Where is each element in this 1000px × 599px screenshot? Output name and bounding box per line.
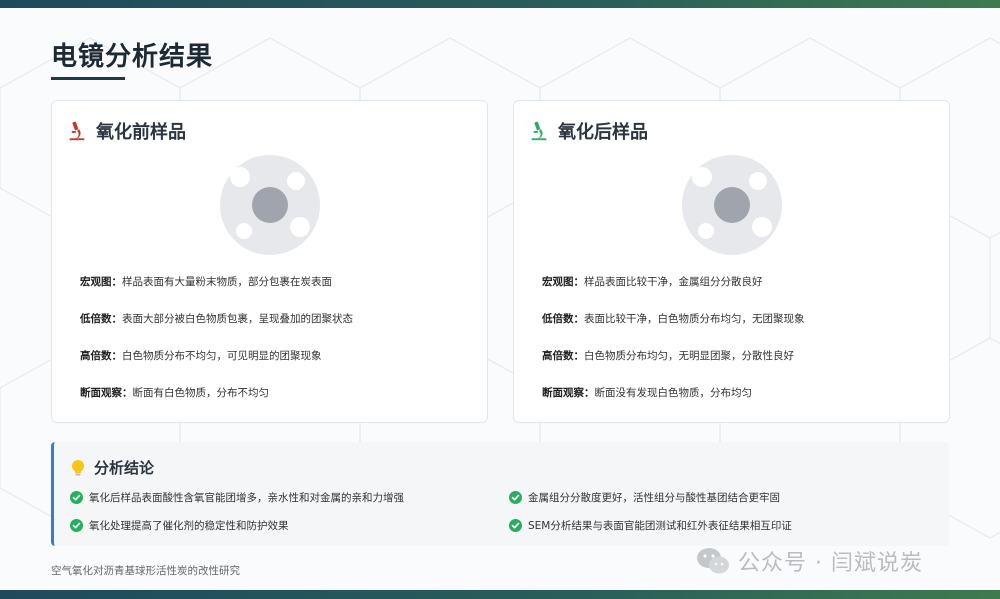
desc-label: 低倍数： — [542, 313, 584, 325]
title-underline — [51, 77, 125, 80]
desc-row-low-mag: 低倍数：表面比较干净，白色物质分布均匀，无团聚现象 — [542, 312, 805, 349]
desc-row-high-mag: 高倍数：白色物质分布均匀，无明显团聚，分散性良好 — [542, 349, 805, 386]
bottom-accent-bar — [0, 590, 1000, 599]
desc-text: 断面没有发现白色物质，分布均匀 — [594, 387, 753, 399]
conclusion-item: 氧化处理提高了催化剂的稳定性和防护效果 — [70, 518, 289, 533]
conclusion-title: 分析结论 — [94, 459, 155, 477]
check-circle-icon — [70, 519, 83, 532]
card-title: 氧化后样品 — [558, 122, 648, 143]
desc-label: 高倍数： — [80, 350, 122, 362]
card-before-oxidation: 氧化前样品 宏观图：样品表面有大量粉末物质，部分包裹在炭表面 低倍数：表面大部分… — [51, 100, 488, 423]
desc-label: 宏观图： — [542, 276, 584, 288]
desc-row-macro: 宏观图：样品表面比较干净，金属组分分散良好 — [542, 275, 805, 312]
desc-row-cross-section: 断面观察：断面有白色物质，分布不均匀 — [80, 386, 353, 423]
wechat-icon — [697, 548, 729, 574]
conclusion-item: 氧化后样品表面酸性含氧官能团增多，亲水性和对金属的亲和力增强 — [70, 490, 404, 505]
watermark: 公众号 · 闫斌说炭 — [696, 545, 923, 577]
conclusion-item: 金属组分分散度更好，活性组分与酸性基团结合更牢固 — [509, 490, 780, 505]
lightbulb-icon — [72, 459, 84, 475]
conclusion-panel: 分析结论 氧化后样品表面酸性含氧官能团增多，亲水性和对金属的亲和力增强 金属组分… — [51, 442, 949, 546]
desc-label: 断面观察： — [80, 387, 133, 399]
footer-caption: 空气氧化对沥青基球形活性炭的改性研究 — [51, 565, 240, 577]
check-circle-icon — [70, 491, 83, 504]
microscope-icon — [531, 121, 547, 141]
desc-row-low-mag: 低倍数：表面大部分被白色物质包裹，呈现叠加的团聚状态 — [80, 312, 353, 349]
top-accent-bar — [0, 0, 1000, 8]
description-list: 宏观图：样品表面比较干净，金属组分分散良好 低倍数：表面比较干净，白色物质分布均… — [542, 275, 805, 423]
desc-row-macro: 宏观图：样品表面有大量粉末物质，部分包裹在炭表面 — [80, 275, 353, 312]
image-placeholder — [220, 155, 320, 255]
conclusion-text: 氧化处理提高了催化剂的稳定性和防护效果 — [89, 520, 289, 532]
check-circle-icon — [509, 491, 522, 504]
description-list: 宏观图：样品表面有大量粉末物质，部分包裹在炭表面 低倍数：表面大部分被白色物质包… — [80, 275, 353, 423]
desc-label: 断面观察： — [542, 387, 595, 399]
desc-text: 表面大部分被白色物质包裹，呈现叠加的团聚状态 — [122, 313, 353, 325]
desc-text: 样品表面比较干净，金属组分分散良好 — [584, 276, 763, 288]
card-header: 氧化后样品 — [528, 119, 648, 143]
check-circle-icon — [509, 519, 522, 532]
desc-text: 样品表面有大量粉末物质，部分包裹在炭表面 — [122, 276, 332, 288]
microscope-icon — [69, 121, 85, 141]
conclusion-item: SEM分析结果与表面官能团测试和红外表征结果相互印证 — [509, 518, 792, 533]
card-title: 氧化前样品 — [96, 122, 186, 143]
desc-label: 高倍数： — [542, 350, 584, 362]
conclusion-text: SEM分析结果与表面官能团测试和红外表征结果相互印证 — [528, 520, 792, 532]
desc-text: 表面比较干净，白色物质分布均匀，无团聚现象 — [584, 313, 805, 325]
desc-row-high-mag: 高倍数：白色物质分布不均匀，可见明显的团聚现象 — [80, 349, 353, 386]
card-header: 氧化前样品 — [66, 119, 186, 143]
desc-text: 白色物质分布不均匀，可见明显的团聚现象 — [122, 350, 322, 362]
watermark-text: 公众号 · 闫斌说炭 — [738, 551, 923, 576]
conclusion-text: 氧化后样品表面酸性含氧官能团增多，亲水性和对金属的亲和力增强 — [89, 492, 404, 504]
image-placeholder — [682, 155, 782, 255]
conclusion-header: 分析结论 — [70, 457, 154, 478]
desc-row-cross-section: 断面观察：断面没有发现白色物质，分布均匀 — [542, 386, 805, 423]
page-title: 电镜分析结果 — [51, 42, 214, 72]
desc-text: 断面有白色物质，分布不均匀 — [132, 387, 270, 399]
conclusion-text: 金属组分分散度更好，活性组分与酸性基团结合更牢固 — [528, 492, 780, 504]
desc-text: 白色物质分布均匀，无明显团聚，分散性良好 — [584, 350, 794, 362]
desc-label: 低倍数： — [80, 313, 122, 325]
desc-label: 宏观图： — [80, 276, 122, 288]
card-after-oxidation: 氧化后样品 宏观图：样品表面比较干净，金属组分分散良好 低倍数：表面比较干净，白… — [513, 100, 950, 423]
